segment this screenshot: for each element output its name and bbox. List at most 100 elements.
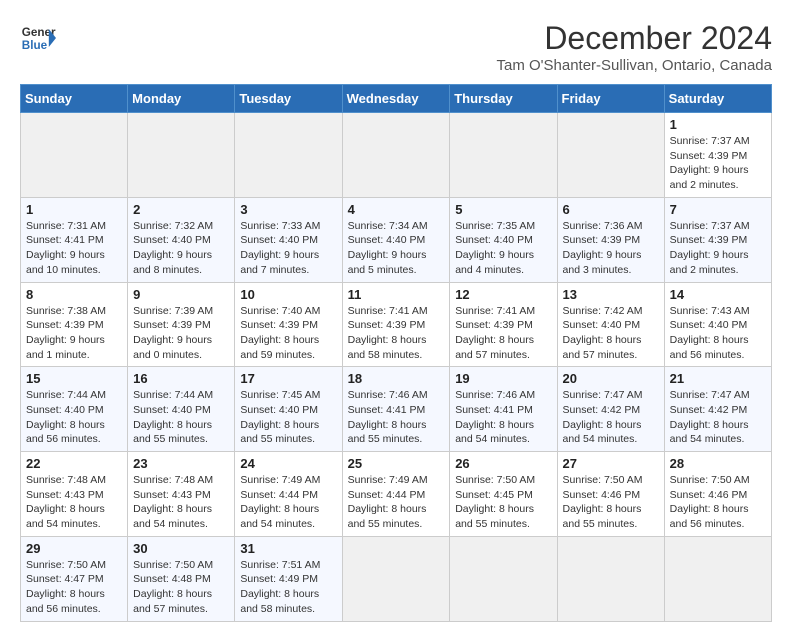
calendar-day-cell: 31 Sunrise: 7:51 AMSunset: 4:49 PMDayligh…: [235, 536, 342, 621]
day-info: Sunrise: 7:42 AMSunset: 4:40 PMDaylight:…: [563, 304, 659, 363]
calendar-day-cell: 15 Sunrise: 7:44 AMSunset: 4:40 PMDayligh…: [21, 367, 128, 452]
calendar-header-row: SundayMondayTuesdayWednesdayThursdayFrid…: [21, 85, 772, 113]
calendar-day-cell: 22 Sunrise: 7:48 AMSunset: 4:43 PMDayligh…: [21, 452, 128, 537]
day-number: 4: [348, 202, 445, 217]
day-info: Sunrise: 7:31 AMSunset: 4:41 PMDaylight:…: [26, 219, 122, 278]
day-number: 6: [563, 202, 659, 217]
day-info: Sunrise: 7:51 AMSunset: 4:49 PMDaylight:…: [240, 558, 336, 617]
day-number: 7: [670, 202, 766, 217]
day-info: Sunrise: 7:47 AMSunset: 4:42 PMDaylight:…: [670, 388, 766, 447]
day-info: Sunrise: 7:49 AMSunset: 4:44 PMDaylight:…: [348, 473, 445, 532]
day-number: 31: [240, 541, 336, 556]
day-info: Sunrise: 7:46 AMSunset: 4:41 PMDaylight:…: [348, 388, 445, 447]
calendar-day-cell: [557, 536, 664, 621]
day-of-week-header: Thursday: [450, 85, 557, 113]
calendar-day-cell: 8Sunrise: 7:38 AMSunset: 4:39 PMDaylight…: [21, 282, 128, 367]
day-info: Sunrise: 7:35 AMSunset: 4:40 PMDaylight:…: [455, 219, 551, 278]
calendar-day-cell: 12Sunrise: 7:41 AMSunset: 4:39 PMDayligh…: [450, 282, 557, 367]
calendar-day-cell: 21 Sunrise: 7:47 AMSunset: 4:42 PMDayligh…: [664, 367, 771, 452]
calendar-day-cell: 26Sunrise: 7:50 AMSunset: 4:45 PMDayligh…: [450, 452, 557, 537]
day-info: Sunrise: 7:46 AMSunset: 4:41 PMDaylight:…: [455, 388, 551, 447]
calendar-day-cell: 3Sunrise: 7:33 AMSunset: 4:40 PMDaylight…: [235, 197, 342, 282]
day-info: Sunrise: 7:50 AMSunset: 4:47 PMDaylight:…: [26, 558, 122, 617]
calendar-day-cell: 1Sunrise: 7:31 AMSunset: 4:41 PMDaylight…: [21, 197, 128, 282]
day-info: Sunrise: 7:33 AMSunset: 4:40 PMDaylight:…: [240, 219, 336, 278]
day-info: Sunrise: 7:37 AMSunset: 4:39 PMDaylight:…: [670, 219, 766, 278]
logo-icon: General Blue: [20, 20, 56, 56]
calendar-day-cell: 11 Sunrise: 7:41 AMSunset: 4:39 PMDayligh…: [342, 282, 450, 367]
day-info: Sunrise: 7:50 AMSunset: 4:46 PMDaylight:…: [670, 473, 766, 532]
calendar-day-cell: 6 Sunrise: 7:36 AMSunset: 4:39 PMDaylight…: [557, 197, 664, 282]
day-number: 10: [240, 287, 336, 302]
day-of-week-header: Tuesday: [235, 85, 342, 113]
day-number: 27: [563, 456, 659, 471]
day-number: 23: [133, 456, 229, 471]
calendar-day-cell: [342, 113, 450, 198]
day-number: 16: [133, 371, 229, 386]
calendar-day-cell: [664, 536, 771, 621]
calendar-day-cell: 24 Sunrise: 7:49 AMSunset: 4:44 PMDayligh…: [235, 452, 342, 537]
calendar-week-row: 22 Sunrise: 7:48 AMSunset: 4:43 PMDayligh…: [21, 452, 772, 537]
calendar-day-cell: [128, 113, 235, 198]
day-number: 2: [133, 202, 229, 217]
calendar-day-cell: 19Sunrise: 7:46 AMSunset: 4:41 PMDayligh…: [450, 367, 557, 452]
calendar-day-cell: [21, 113, 128, 198]
day-number: 28: [670, 456, 766, 471]
day-number: 26: [455, 456, 551, 471]
calendar-day-cell: 5 Sunrise: 7:35 AMSunset: 4:40 PMDaylight…: [450, 197, 557, 282]
location-subtitle: Tam O'Shanter-Sullivan, Ontario, Canada: [496, 57, 772, 74]
day-number: 9: [133, 287, 229, 302]
calendar-week-row: 1Sunrise: 7:37 AMSunset: 4:39 PMDaylight…: [21, 113, 772, 198]
calendar-day-cell: 9 Sunrise: 7:39 AMSunset: 4:39 PMDaylight…: [128, 282, 235, 367]
calendar-day-cell: 20 Sunrise: 7:47 AMSunset: 4:42 PMDayligh…: [557, 367, 664, 452]
day-number: 30: [133, 541, 229, 556]
day-info: Sunrise: 7:47 AMSunset: 4:42 PMDaylight:…: [563, 388, 659, 447]
header: General Blue December 2024 Tam O'Shanter…: [20, 20, 772, 74]
calendar-week-row: 29 Sunrise: 7:50 AMSunset: 4:47 PMDayligh…: [21, 536, 772, 621]
day-info: Sunrise: 7:41 AMSunset: 4:39 PMDaylight:…: [455, 304, 551, 363]
day-info: Sunrise: 7:32 AMSunset: 4:40 PMDaylight:…: [133, 219, 229, 278]
day-number: 29: [26, 541, 122, 556]
calendar-day-cell: 14Sunrise: 7:43 AMSunset: 4:40 PMDayligh…: [664, 282, 771, 367]
calendar-day-cell: [342, 536, 450, 621]
day-of-week-header: Wednesday: [342, 85, 450, 113]
day-info: Sunrise: 7:39 AMSunset: 4:39 PMDaylight:…: [133, 304, 229, 363]
day-info: Sunrise: 7:50 AMSunset: 4:48 PMDaylight:…: [133, 558, 229, 617]
day-of-week-header: Monday: [128, 85, 235, 113]
calendar-day-cell: 1Sunrise: 7:37 AMSunset: 4:39 PMDaylight…: [664, 113, 771, 198]
day-info: Sunrise: 7:48 AMSunset: 4:43 PMDaylight:…: [26, 473, 122, 532]
calendar-week-row: 1Sunrise: 7:31 AMSunset: 4:41 PMDaylight…: [21, 197, 772, 282]
day-number: 15: [26, 371, 122, 386]
calendar-day-cell: 10 Sunrise: 7:40 AMSunset: 4:39 PMDayligh…: [235, 282, 342, 367]
calendar-table: SundayMondayTuesdayWednesdayThursdayFrid…: [20, 84, 772, 622]
logo: General Blue: [20, 20, 56, 56]
calendar-day-cell: 29 Sunrise: 7:50 AMSunset: 4:47 PMDayligh…: [21, 536, 128, 621]
day-number: 5: [455, 202, 551, 217]
day-number: 1: [670, 117, 766, 132]
calendar-day-cell: 27 Sunrise: 7:50 AMSunset: 4:46 PMDayligh…: [557, 452, 664, 537]
day-info: Sunrise: 7:44 AMSunset: 4:40 PMDaylight:…: [26, 388, 122, 447]
day-of-week-header: Friday: [557, 85, 664, 113]
calendar-day-cell: 30 Sunrise: 7:50 AMSunset: 4:48 PMDayligh…: [128, 536, 235, 621]
day-number: 20: [563, 371, 659, 386]
calendar-day-cell: 13Sunrise: 7:42 AMSunset: 4:40 PMDayligh…: [557, 282, 664, 367]
day-info: Sunrise: 7:41 AMSunset: 4:39 PMDaylight:…: [348, 304, 445, 363]
day-info: Sunrise: 7:40 AMSunset: 4:39 PMDaylight:…: [240, 304, 336, 363]
calendar-day-cell: 7 Sunrise: 7:37 AMSunset: 4:39 PMDaylight…: [664, 197, 771, 282]
day-info: Sunrise: 7:45 AMSunset: 4:40 PMDaylight:…: [240, 388, 336, 447]
day-number: 24: [240, 456, 336, 471]
day-number: 21: [670, 371, 766, 386]
day-info: Sunrise: 7:36 AMSunset: 4:39 PMDaylight:…: [563, 219, 659, 278]
day-number: 17: [240, 371, 336, 386]
day-info: Sunrise: 7:49 AMSunset: 4:44 PMDaylight:…: [240, 473, 336, 532]
day-info: Sunrise: 7:50 AMSunset: 4:46 PMDaylight:…: [563, 473, 659, 532]
day-number: 14: [670, 287, 766, 302]
day-of-week-header: Saturday: [664, 85, 771, 113]
calendar-day-cell: [450, 536, 557, 621]
calendar-day-cell: 25Sunrise: 7:49 AMSunset: 4:44 PMDayligh…: [342, 452, 450, 537]
day-number: 11: [348, 287, 445, 302]
calendar-week-row: 15 Sunrise: 7:44 AMSunset: 4:40 PMDayligh…: [21, 367, 772, 452]
calendar-day-cell: [450, 113, 557, 198]
month-title: December 2024: [496, 20, 772, 57]
day-number: 22: [26, 456, 122, 471]
